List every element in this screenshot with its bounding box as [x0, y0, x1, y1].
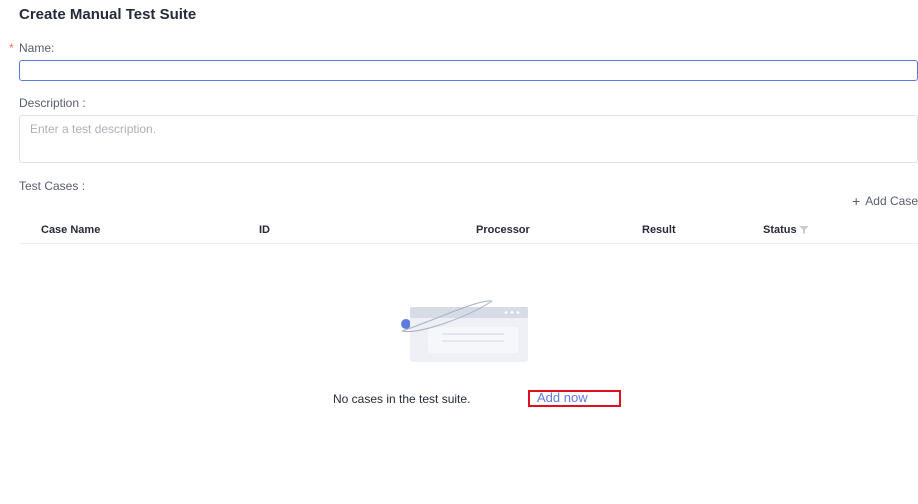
column-header-status[interactable]: Status: [763, 224, 809, 236]
page-title: Create Manual Test Suite: [19, 6, 197, 23]
name-input[interactable]: [19, 60, 918, 81]
add-case-button[interactable]: + Add Case: [852, 194, 918, 208]
required-star: *: [9, 41, 14, 55]
test-cases-table-header: Case Name ID Processor Result Status: [19, 218, 918, 244]
column-header-result[interactable]: Result: [642, 224, 676, 236]
test-cases-label: Test Cases :: [19, 179, 86, 193]
column-header-case-name[interactable]: Case Name: [41, 224, 100, 236]
description-textarea[interactable]: [19, 115, 918, 163]
name-label: Name:: [19, 41, 55, 55]
column-header-id[interactable]: ID: [259, 224, 270, 236]
add-case-label: Add Case: [865, 194, 918, 208]
empty-state-message: No cases in the test suite.: [333, 392, 471, 406]
filter-icon[interactable]: [799, 225, 809, 235]
add-now-link[interactable]: Add now: [528, 390, 621, 407]
status-header-label: Status: [763, 224, 797, 236]
plus-icon: +: [852, 193, 861, 209]
description-label: Description :: [19, 96, 86, 110]
empty-state-illustration-icon: [401, 300, 528, 362]
column-header-processor[interactable]: Processor: [476, 224, 530, 236]
